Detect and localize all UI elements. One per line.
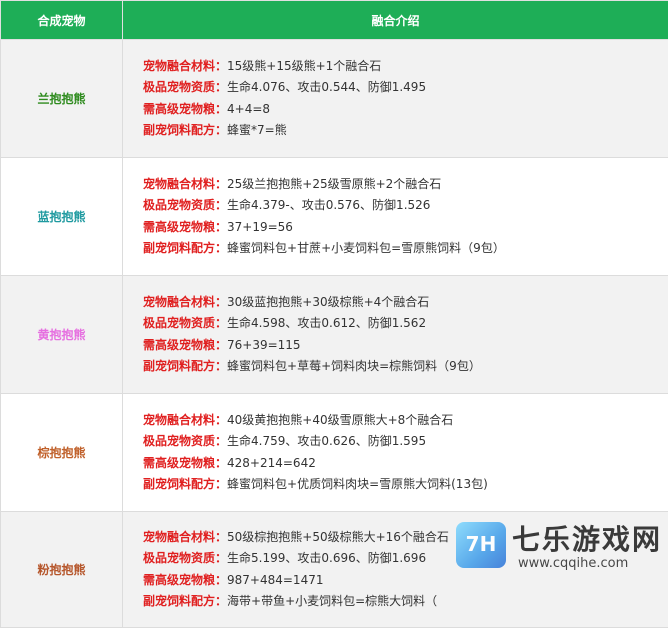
- material-value: 15级熊+15级熊+1个融合石: [227, 59, 381, 73]
- site-watermark: 7H 七乐游戏网 www.cqqihe.com: [456, 518, 668, 574]
- recipe-label: 副宠饲料配方：: [143, 123, 227, 137]
- material-value: 50级棕抱抱熊+50级棕熊大+16个融合石: [227, 530, 449, 544]
- food-label: 需高级宠物粮：: [143, 456, 227, 470]
- food-value: 428+214=642: [227, 456, 316, 470]
- quality-label: 极品宠物资质：: [143, 316, 227, 330]
- quality-value: 生命5.199、攻击0.696、防御1.696: [227, 551, 426, 565]
- quality-label: 极品宠物资质：: [143, 434, 227, 448]
- food-value: 987+484=1471: [227, 573, 323, 587]
- food-label: 需高级宠物粮：: [143, 102, 227, 116]
- material-label: 宠物融合材料：: [143, 530, 227, 544]
- watermark-url: www.cqqihe.com: [518, 556, 628, 571]
- fusion-detail: 宠物融合材料：30级蓝抱抱熊+30级棕熊+4个融合石 极品宠物资质：生命4.59…: [123, 276, 668, 394]
- table-row: 蓝抱抱熊 宠物融合材料：25级兰抱抱熊+25级雪原熊+2个融合石 极品宠物资质：…: [1, 158, 668, 276]
- logo-text: 7H: [456, 532, 506, 556]
- header-intro: 融合介绍: [123, 1, 668, 40]
- fusion-detail: 宠物融合材料：25级兰抱抱熊+25级雪原熊+2个融合石 极品宠物资质：生命4.3…: [123, 158, 668, 276]
- header-pet: 合成宠物: [1, 1, 123, 40]
- recipe-value: 蜂蜜*7=熊: [227, 123, 287, 137]
- quality-value: 生命4.379-、攻击0.576、防御1.526: [227, 198, 430, 212]
- recipe-value: 蜂蜜饲料包+草莓+饲料肉块=棕熊饲料（9包）: [227, 359, 481, 373]
- table-header-row: 合成宠物 融合介绍: [1, 1, 668, 40]
- recipe-label: 副宠饲料配方：: [143, 359, 227, 373]
- material-label: 宠物融合材料：: [143, 413, 227, 427]
- food-label: 需高级宠物粮：: [143, 573, 227, 587]
- recipe-value: 蜂蜜饲料包+甘蔗+小麦饲料包=雪原熊饲料（9包）: [227, 241, 505, 255]
- food-value: 4+4=8: [227, 102, 270, 116]
- material-label: 宠物融合材料：: [143, 295, 227, 309]
- table-row: 棕抱抱熊 宠物融合材料：40级黄抱抱熊+40级雪原熊大+8个融合石 极品宠物资质…: [1, 394, 668, 512]
- quality-label: 极品宠物资质：: [143, 198, 227, 212]
- quality-value: 生命4.076、攻击0.544、防御1.495: [227, 80, 426, 94]
- food-label: 需高级宠物粮：: [143, 338, 227, 352]
- quality-value: 生命4.759、攻击0.626、防御1.595: [227, 434, 426, 448]
- pet-name: 粉抱抱熊: [1, 512, 123, 628]
- fusion-detail: 宠物融合材料：15级熊+15级熊+1个融合石 极品宠物资质：生命4.076、攻击…: [123, 40, 668, 158]
- food-value: 37+19=56: [227, 220, 293, 234]
- recipe-value: 海带+带鱼+小麦饲料包=棕熊大饲料（: [227, 594, 437, 608]
- table-row: 黄抱抱熊 宠物融合材料：30级蓝抱抱熊+30级棕熊+4个融合石 极品宠物资质：生…: [1, 276, 668, 394]
- recipe-value: 蜂蜜饲料包+优质饲料肉块=雪原熊大饲料(13包): [227, 477, 488, 491]
- food-label: 需高级宠物粮：: [143, 220, 227, 234]
- pet-name: 兰抱抱熊: [1, 40, 123, 158]
- recipe-label: 副宠饲料配方：: [143, 477, 227, 491]
- material-value: 30级蓝抱抱熊+30级棕熊+4个融合石: [227, 295, 429, 309]
- quality-label: 极品宠物资质：: [143, 551, 227, 565]
- table-row: 兰抱抱熊 宠物融合材料：15级熊+15级熊+1个融合石 极品宠物资质：生命4.0…: [1, 40, 668, 158]
- quality-value: 生命4.598、攻击0.612、防御1.562: [227, 316, 426, 330]
- recipe-label: 副宠饲料配方：: [143, 594, 227, 608]
- material-value: 25级兰抱抱熊+25级雪原熊+2个融合石: [227, 177, 441, 191]
- pet-name: 蓝抱抱熊: [1, 158, 123, 276]
- material-label: 宠物融合材料：: [143, 59, 227, 73]
- quality-label: 极品宠物资质：: [143, 80, 227, 94]
- watermark-title: 七乐游戏网: [512, 518, 662, 558]
- pet-name: 黄抱抱熊: [1, 276, 123, 394]
- pet-name: 棕抱抱熊: [1, 394, 123, 512]
- material-label: 宠物融合材料：: [143, 177, 227, 191]
- food-value: 76+39=115: [227, 338, 301, 352]
- material-value: 40级黄抱抱熊+40级雪原熊大+8个融合石: [227, 413, 453, 427]
- fusion-detail: 宠物融合材料：40级黄抱抱熊+40级雪原熊大+8个融合石 极品宠物资质：生命4.…: [123, 394, 668, 512]
- recipe-label: 副宠饲料配方：: [143, 241, 227, 255]
- site-logo-icon: 7H: [456, 522, 506, 568]
